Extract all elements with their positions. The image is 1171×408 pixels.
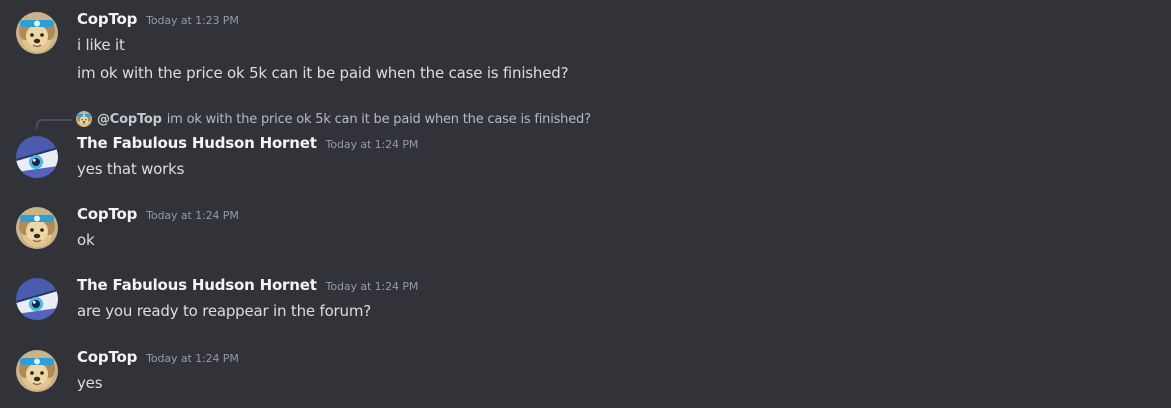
message-header: The Fabulous Hudson Hornet Today at 1:24…	[77, 134, 418, 156]
message-text: im ok with the price ok 5k can it be pai…	[77, 64, 569, 82]
message-header: The Fabulous Hudson Hornet Today at 1:24…	[77, 276, 418, 298]
timestamp[interactable]: Today at 1:24 PM	[146, 352, 239, 365]
eye-avatar-icon	[16, 136, 58, 178]
dog-avatar-icon	[76, 111, 92, 127]
reply-text[interactable]: im ok with the price ok 5k can it be pai…	[167, 112, 591, 127]
timestamp[interactable]: Today at 1:24 PM	[326, 280, 419, 293]
message-text: yes that works	[77, 160, 185, 178]
dog-avatar-icon	[16, 207, 58, 249]
message-text: ok	[77, 231, 95, 249]
reply-connector	[36, 119, 72, 129]
dog-avatar-icon	[16, 350, 58, 392]
timestamp[interactable]: Today at 1:23 PM	[146, 14, 239, 27]
avatar[interactable]	[16, 12, 58, 54]
username[interactable]: CopTop	[77, 10, 137, 28]
message-header: CopTop Today at 1:24 PM	[77, 348, 239, 370]
eye-avatar-icon	[16, 278, 58, 320]
username[interactable]: CopTop	[77, 205, 137, 223]
message-header: CopTop Today at 1:23 PM	[77, 10, 239, 32]
message[interactable]: CopTop Today at 1:23 PM i like it im ok …	[0, 0, 1171, 100]
avatar[interactable]	[16, 136, 58, 178]
timestamp[interactable]: Today at 1:24 PM	[146, 209, 239, 222]
reply-preview[interactable]: @CopTop im ok with the price ok 5k can i…	[76, 110, 591, 128]
message-text: yes	[77, 374, 103, 392]
timestamp[interactable]: Today at 1:24 PM	[326, 138, 419, 151]
message-header: CopTop Today at 1:24 PM	[77, 205, 239, 227]
message-text: i like it	[77, 36, 125, 54]
avatar[interactable]	[16, 207, 58, 249]
reply-avatar	[76, 111, 92, 127]
message-text: are you ready to reappear in the forum?	[77, 302, 371, 320]
username[interactable]: The Fabulous Hudson Hornet	[77, 134, 317, 152]
dog-avatar-icon	[16, 12, 58, 54]
reply-mention[interactable]: @CopTop	[97, 112, 162, 127]
username[interactable]: CopTop	[77, 348, 137, 366]
avatar[interactable]	[16, 278, 58, 320]
avatar[interactable]	[16, 350, 58, 392]
username[interactable]: The Fabulous Hudson Hornet	[77, 276, 317, 294]
